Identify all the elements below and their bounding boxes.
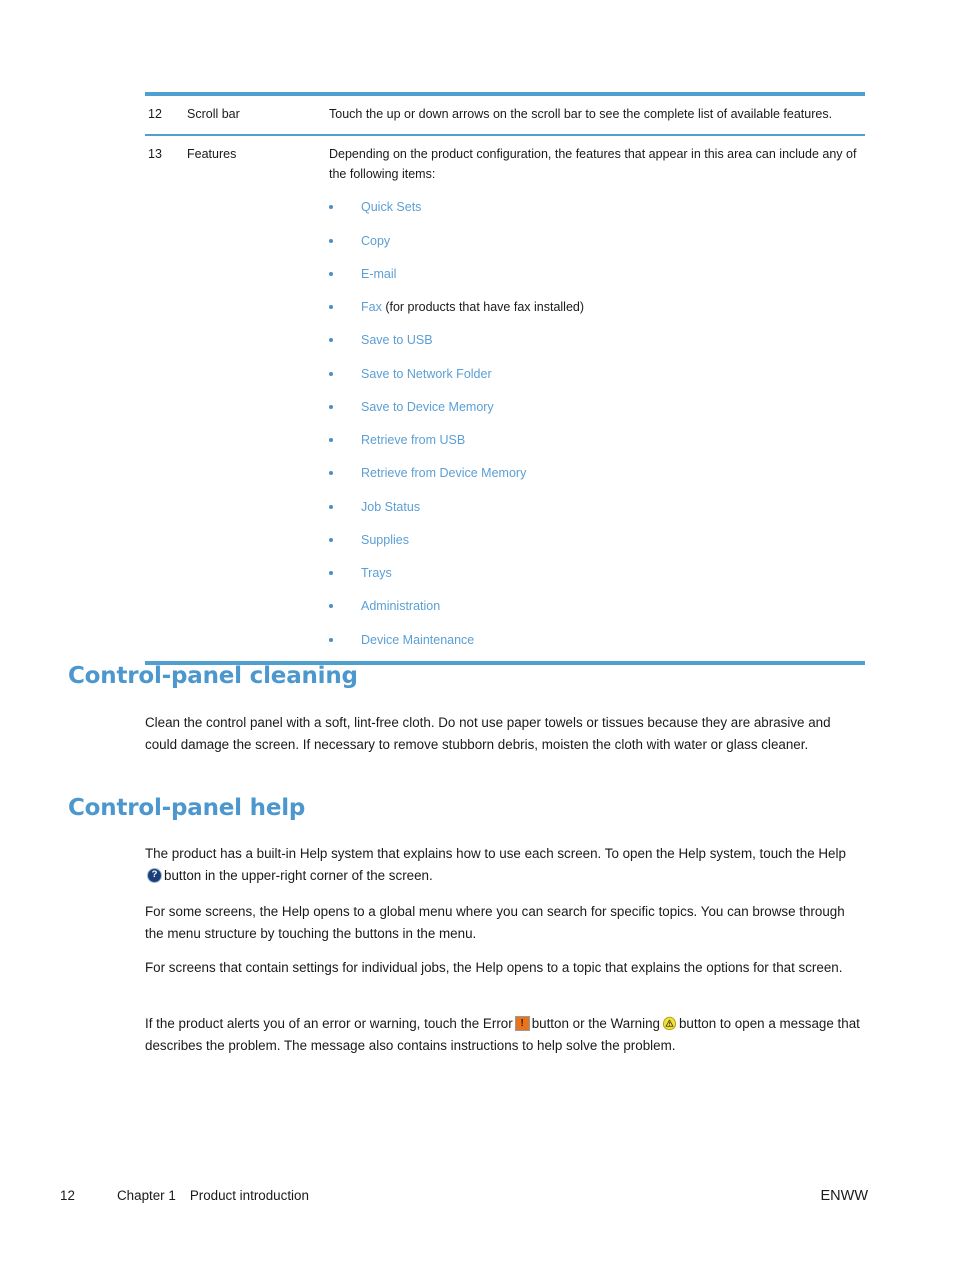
feature-list-item: Copy bbox=[329, 233, 865, 249]
paragraph-text: button in the upper-right corner of the … bbox=[164, 867, 433, 883]
bullet-icon bbox=[329, 205, 333, 210]
warning-triangle-icon bbox=[662, 1016, 677, 1031]
error-exclamation-icon: ! bbox=[514, 1016, 530, 1031]
feature-list-item: Save to Device Memory bbox=[329, 399, 865, 415]
row-label: Features bbox=[187, 146, 237, 161]
paragraph-help-open: The product has a built-in Help system t… bbox=[145, 843, 860, 887]
help-question-glyph: ? bbox=[151, 869, 158, 881]
feature-list-item-label: Save to Device Memory bbox=[361, 399, 494, 414]
feature-list-item-label: Save to Network Folder bbox=[361, 366, 492, 381]
feature-list-item-label: Copy bbox=[361, 233, 391, 248]
row-description-with-list: Depending on the product configuration, … bbox=[329, 145, 865, 652]
footer-chapter: Chapter 1 Product introduction bbox=[117, 1188, 309, 1203]
bullet-icon bbox=[329, 504, 333, 509]
bullet-icon bbox=[329, 637, 333, 642]
feature-list-item: E-mail bbox=[329, 266, 865, 282]
feature-list-item: Retrieve from USB bbox=[329, 432, 865, 448]
bullet-icon bbox=[329, 604, 333, 609]
feature-list-item-note: (for products that have fax installed) bbox=[381, 300, 585, 314]
feature-list-item: Retrieve from Device Memory bbox=[329, 465, 865, 481]
bullet-icon bbox=[329, 471, 333, 476]
feature-list-item: Supplies bbox=[329, 532, 865, 548]
feature-list: Quick Sets Copy E-mail Fax (for products th… bbox=[329, 199, 865, 648]
row-number: 13 bbox=[148, 146, 162, 161]
bullet-icon bbox=[329, 404, 333, 409]
footer-page-number: 12 bbox=[60, 1188, 75, 1203]
feature-list-item: Administration bbox=[329, 598, 865, 614]
paragraph-help-alerts: If the product alerts you of an error or… bbox=[145, 1013, 860, 1057]
row-description: Touch the up or down arrows on the scrol… bbox=[329, 107, 833, 121]
paragraph-text: If the product alerts you of an error or… bbox=[145, 1016, 513, 1031]
feature-list-item: Device Maintenance bbox=[329, 632, 865, 648]
feature-list-item-label: Quick Sets bbox=[361, 200, 422, 215]
feature-list-item-label: Retrieve from USB bbox=[361, 433, 466, 447]
table-row: 13 Features Depending on the product con… bbox=[145, 136, 865, 661]
bullet-icon bbox=[329, 571, 333, 575]
feature-list-item: Job Status bbox=[329, 499, 865, 515]
document-page: 12 Scroll bar Touch the up or down arrow… bbox=[0, 0, 954, 1270]
paragraph-cleaning: Clean the control panel with a soft, lin… bbox=[145, 715, 831, 752]
feature-list-item: Fax (for products that have fax installe… bbox=[329, 299, 865, 315]
bullet-icon bbox=[329, 238, 333, 243]
features-spec-table: 12 Scroll bar Touch the up or down arrow… bbox=[145, 92, 865, 665]
bullet-icon bbox=[329, 537, 333, 542]
feature-list-item-label: Administration bbox=[361, 599, 441, 614]
paragraph-help-global-menu: For some screens, the Help opens to a gl… bbox=[145, 904, 845, 941]
paragraph-text: The product has a built-in Help system t… bbox=[145, 846, 846, 861]
feature-list-item-label: Trays bbox=[361, 566, 392, 580]
feature-list-item: Save to Network Folder bbox=[329, 366, 865, 382]
page-footer: 12 Chapter 1 Product introduction ENWW bbox=[0, 1188, 954, 1214]
feature-list-item-label: Save to USB bbox=[361, 333, 433, 348]
footer-chapter-number: Chapter 1 bbox=[117, 1188, 176, 1203]
help-question-icon: ? bbox=[147, 867, 162, 883]
feature-list-item: Save to USB bbox=[329, 332, 865, 348]
bullet-icon bbox=[329, 271, 333, 276]
bullet-icon bbox=[329, 338, 333, 343]
footer-locale: ENWW bbox=[820, 1188, 868, 1204]
table-row: 12 Scroll bar Touch the up or down arrow… bbox=[145, 96, 865, 134]
feature-list-item-label: Device Maintenance bbox=[361, 632, 475, 647]
feature-list-item-label: Supplies bbox=[361, 532, 409, 547]
footer-chapter-title: Product introduction bbox=[189, 1188, 309, 1203]
bullet-icon bbox=[329, 438, 333, 442]
feature-list-item-label: E-mail bbox=[361, 266, 397, 281]
error-exclamation-glyph: ! bbox=[520, 1017, 524, 1029]
row-label: Scroll bar bbox=[187, 107, 240, 121]
feature-list-item-label: Fax bbox=[361, 300, 382, 314]
bullet-icon bbox=[329, 305, 333, 309]
paragraph-help-job-settings: For screens that contain settings for in… bbox=[145, 960, 843, 975]
feature-list-item: Trays bbox=[329, 565, 865, 581]
row-number: 12 bbox=[148, 107, 162, 121]
feature-list-item: Quick Sets bbox=[329, 199, 865, 215]
section-heading-cleaning: Control-panel cleaning bbox=[68, 663, 358, 689]
bullet-icon bbox=[329, 371, 333, 376]
section-heading-help: Control-panel help bbox=[68, 795, 306, 821]
paragraph-text: button or the Warning bbox=[531, 1016, 660, 1031]
feature-list-item-label: Job Status bbox=[361, 499, 421, 514]
feature-list-item-label: Retrieve from Device Memory bbox=[361, 466, 527, 481]
row-description: Depending on the product configuration, … bbox=[329, 146, 857, 181]
